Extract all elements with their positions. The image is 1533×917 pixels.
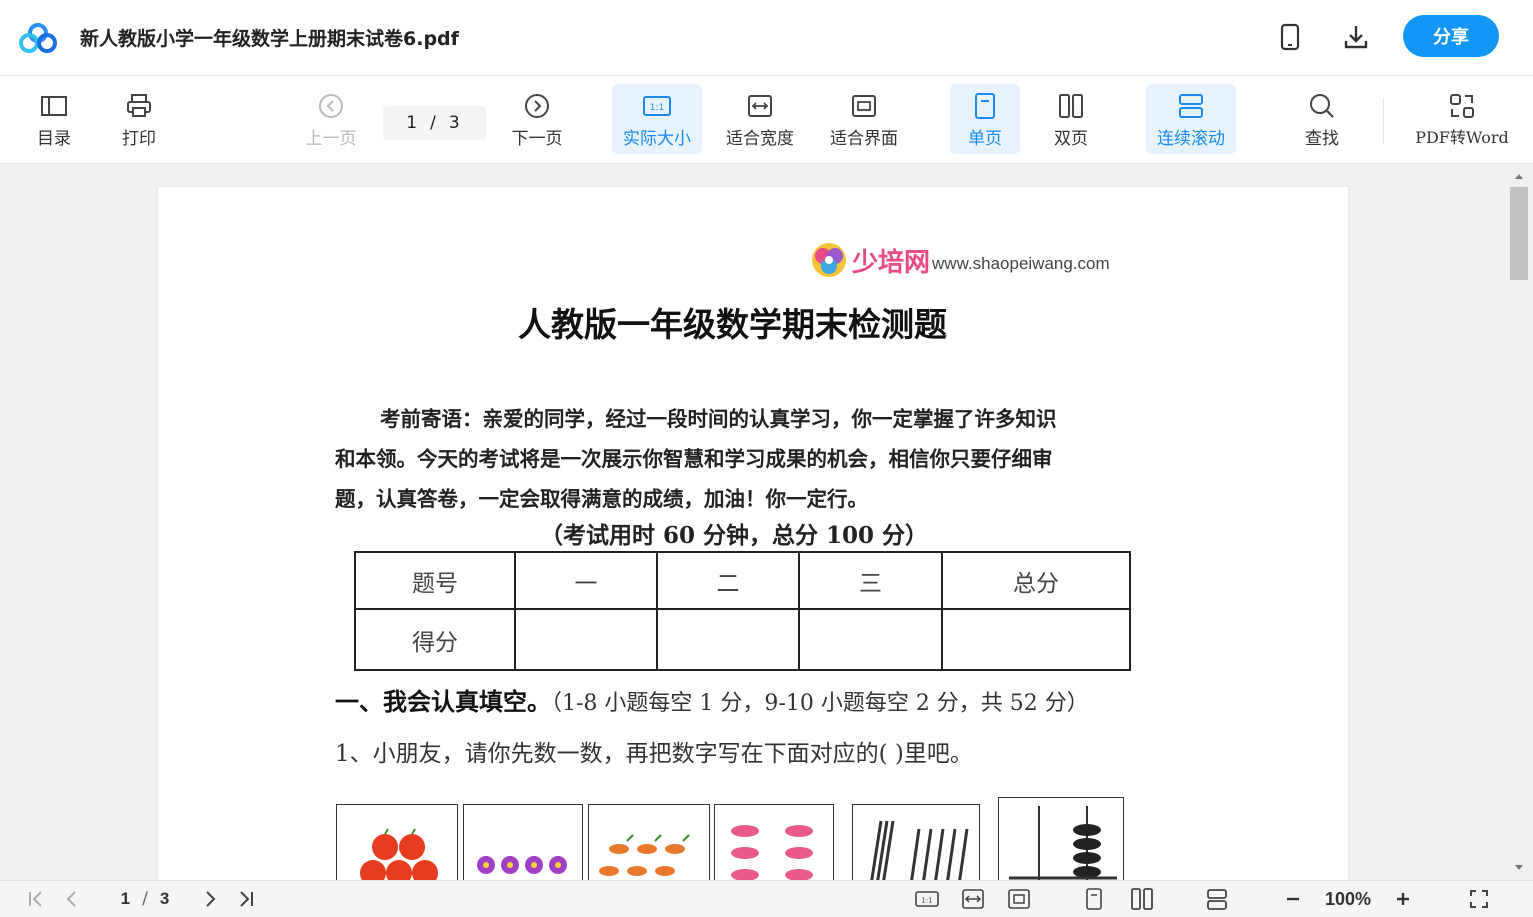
continuous-scroll-icon (1175, 90, 1207, 122)
next-page-button[interactable]: 下一页 (506, 84, 568, 154)
toc-label: 目录 (37, 128, 71, 149)
actual-size-label: 实际大小 (623, 128, 691, 149)
page-separator: / (430, 113, 439, 133)
table-cell: 题号 (354, 551, 516, 610)
double-page-icon (1055, 90, 1087, 122)
section-1-heading: 一、我会认真填空。（1-8 小题每空 1 分，9-10 小题每空 2 分，共 5… (335, 682, 1089, 717)
search-icon (1306, 90, 1338, 122)
page-indicator[interactable]: 1 / 3 (383, 106, 486, 140)
brand-name: 少培网 (852, 247, 931, 278)
score-table: 题号 一 二 三 总分 得分 (354, 551, 1131, 671)
brand-url: www.shaopeiwang.com (932, 254, 1110, 273)
first-page-icon[interactable] (24, 886, 48, 912)
fit-width-small-icon[interactable] (959, 886, 987, 912)
fit-width-icon (744, 90, 776, 122)
fit-page-small-icon[interactable] (1005, 886, 1033, 912)
table-cell (798, 608, 943, 671)
title-bar: 新人教版小学一年级数学上册期末试卷6.pdf 分享 (0, 0, 1533, 76)
table-cell: 一 (514, 551, 658, 610)
fit-page-button[interactable]: 适合界面 (822, 84, 906, 154)
section-1-note: （1-8 小题每空 1 分，9-10 小题每空 2 分，共 52 分） (551, 691, 1089, 716)
score-table-score-row: 得分 (354, 608, 1131, 671)
double-page-label: 双页 (1054, 128, 1088, 149)
single-page-small-icon[interactable] (1081, 886, 1107, 912)
single-page-label: 单页 (968, 128, 1002, 149)
svg-text:1:1: 1:1 (650, 103, 664, 113)
prev-page-icon[interactable] (60, 886, 84, 912)
brand-logo: 少培网 www.shaopeiwang.com (810, 240, 1110, 280)
brand-flower-icon (812, 243, 846, 277)
search-label: 查找 (1305, 128, 1339, 149)
zoom-out-icon[interactable] (1280, 886, 1306, 912)
pdf-to-word-label: PDF转Word (1415, 128, 1509, 147)
chevron-left-circle-icon (315, 90, 347, 122)
fit-width-button[interactable]: 适合宽度 (718, 84, 802, 154)
single-page-button[interactable]: 单页 (950, 84, 1020, 154)
section-1-title: 一、我会认真填空。 (335, 687, 551, 716)
zoom-in-icon[interactable] (1390, 886, 1416, 912)
bottom-page-separator: / (142, 889, 148, 909)
question-1: 1、小朋友，请你先数一数，再把数字写在下面对应的( )里吧。 (335, 741, 973, 767)
current-page-number[interactable]: 1 (406, 113, 420, 133)
printer-icon (123, 90, 155, 122)
scrollbar-thumb[interactable] (1510, 187, 1528, 280)
time-note: （考试用时 60 分钟，总分 100 分） (540, 522, 929, 549)
table-cell (941, 608, 1131, 671)
next-page-icon[interactable] (198, 886, 222, 912)
table-cell: 得分 (354, 608, 516, 671)
total-page-number: 3 (448, 113, 463, 133)
print-label: 打印 (122, 128, 156, 149)
exam-title: 人教版一年级数学期末检测题 (518, 305, 947, 344)
intro-line-1: 考前寄语：亲爱的同学，经过一段时间的认真学习，你一定掌握了许多知识 (380, 407, 1057, 431)
prev-page-label: 上一页 (305, 128, 357, 149)
bottom-total-pages: 3 (159, 889, 170, 908)
app-logo-icon (18, 22, 58, 54)
table-cell (514, 608, 658, 671)
abacus-picture (998, 797, 1124, 887)
chevron-right-circle-icon (521, 90, 553, 122)
single-page-icon (969, 90, 1001, 122)
share-button[interactable]: 分享 (1403, 15, 1499, 57)
next-page-label: 下一页 (511, 128, 563, 149)
zoom-level: 100% (1324, 888, 1372, 909)
table-cell (656, 608, 800, 671)
double-page-button[interactable]: 双页 (1036, 84, 1106, 154)
bottom-page-indicator[interactable]: 1 / 3 (100, 886, 190, 912)
continuous-scroll-button[interactable]: 连续滚动 (1146, 84, 1236, 154)
toolbar-divider (1383, 98, 1384, 144)
download-icon[interactable] (1341, 22, 1371, 52)
toc-icon (38, 90, 70, 122)
score-table-header-row: 题号 一 二 三 总分 (354, 551, 1131, 610)
search-button[interactable]: 查找 (1291, 84, 1353, 154)
fullscreen-icon[interactable] (1465, 886, 1493, 912)
print-button[interactable]: 打印 (109, 84, 169, 154)
svg-text:1:1: 1:1 (921, 897, 932, 905)
fit-page-label: 适合界面 (830, 128, 898, 149)
document-title: 新人教版小学一年级数学上册期末试卷6.pdf (80, 28, 459, 50)
table-cell: 三 (798, 551, 943, 610)
bottom-current-page[interactable]: 1 (121, 889, 130, 909)
toc-button[interactable]: 目录 (24, 84, 84, 154)
double-page-small-icon[interactable] (1128, 886, 1156, 912)
actual-size-icon: 1:1 (641, 90, 673, 122)
last-page-icon[interactable] (234, 886, 258, 912)
actual-size-small-icon[interactable]: 1:1 (913, 886, 941, 912)
convert-icon (1446, 90, 1478, 122)
pdf-to-word-button[interactable]: PDF转Word (1410, 84, 1514, 154)
intro-line-2: 和本领。今天的考试将是一次展示你智慧和学习成果的机会，相信你只要仔细审 (335, 447, 1053, 471)
continuous-scroll-small-icon[interactable] (1203, 886, 1231, 912)
table-cell: 二 (656, 551, 800, 610)
mobile-icon[interactable] (1275, 22, 1305, 52)
fit-page-icon (848, 90, 880, 122)
table-cell: 总分 (941, 551, 1131, 610)
actual-size-button[interactable]: 1:1 实际大小 (612, 84, 702, 154)
fit-width-label: 适合宽度 (726, 128, 794, 149)
prev-page-button[interactable]: 上一页 (300, 84, 362, 154)
intro-line-3: 题，认真答卷，一定会取得满意的成绩，加油！你一定行。 (335, 487, 868, 511)
continuous-scroll-label: 连续滚动 (1157, 128, 1225, 149)
